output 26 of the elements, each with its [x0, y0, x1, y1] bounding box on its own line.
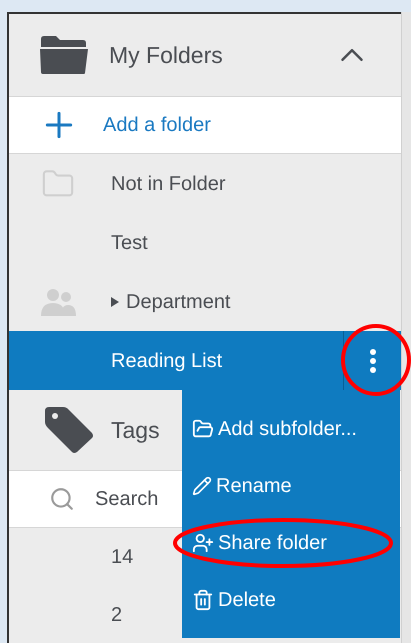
- people-icon: [41, 286, 77, 316]
- folder-icon: [192, 418, 214, 440]
- folder-label: Department: [126, 290, 230, 314]
- user-plus-icon: [192, 532, 214, 554]
- folder-item[interactable]: Not in Folder: [9, 154, 401, 213]
- folder-icon: [39, 35, 89, 75]
- search-icon: [49, 486, 75, 512]
- folder-item[interactable]: Department: [9, 272, 401, 331]
- tag-item[interactable]: 14: [111, 542, 134, 572]
- menu-item[interactable]: Share folder: [182, 514, 400, 571]
- trash-icon: [192, 588, 214, 610]
- caret-icon[interactable]: [111, 296, 119, 306]
- tag-icon: [43, 405, 95, 455]
- folder-label: Test: [111, 230, 148, 256]
- menu-item[interactable]: Delete: [182, 571, 400, 628]
- section-title: Tags: [111, 416, 160, 445]
- more-icon: [370, 348, 376, 372]
- menu-item[interactable]: Add subfolder...: [182, 400, 400, 457]
- folder-label: Not in Folder: [111, 172, 226, 196]
- folder-item[interactable]: Test: [9, 213, 401, 272]
- folder-label: Reading List: [111, 348, 222, 374]
- add-folder-button[interactable]: Add a folder: [9, 97, 401, 154]
- tag-item[interactable]: 2: [111, 600, 122, 630]
- pencil-icon: [192, 476, 212, 496]
- folder-item[interactable]: Reading List: [9, 331, 401, 390]
- section-title: My Folders: [109, 40, 223, 70]
